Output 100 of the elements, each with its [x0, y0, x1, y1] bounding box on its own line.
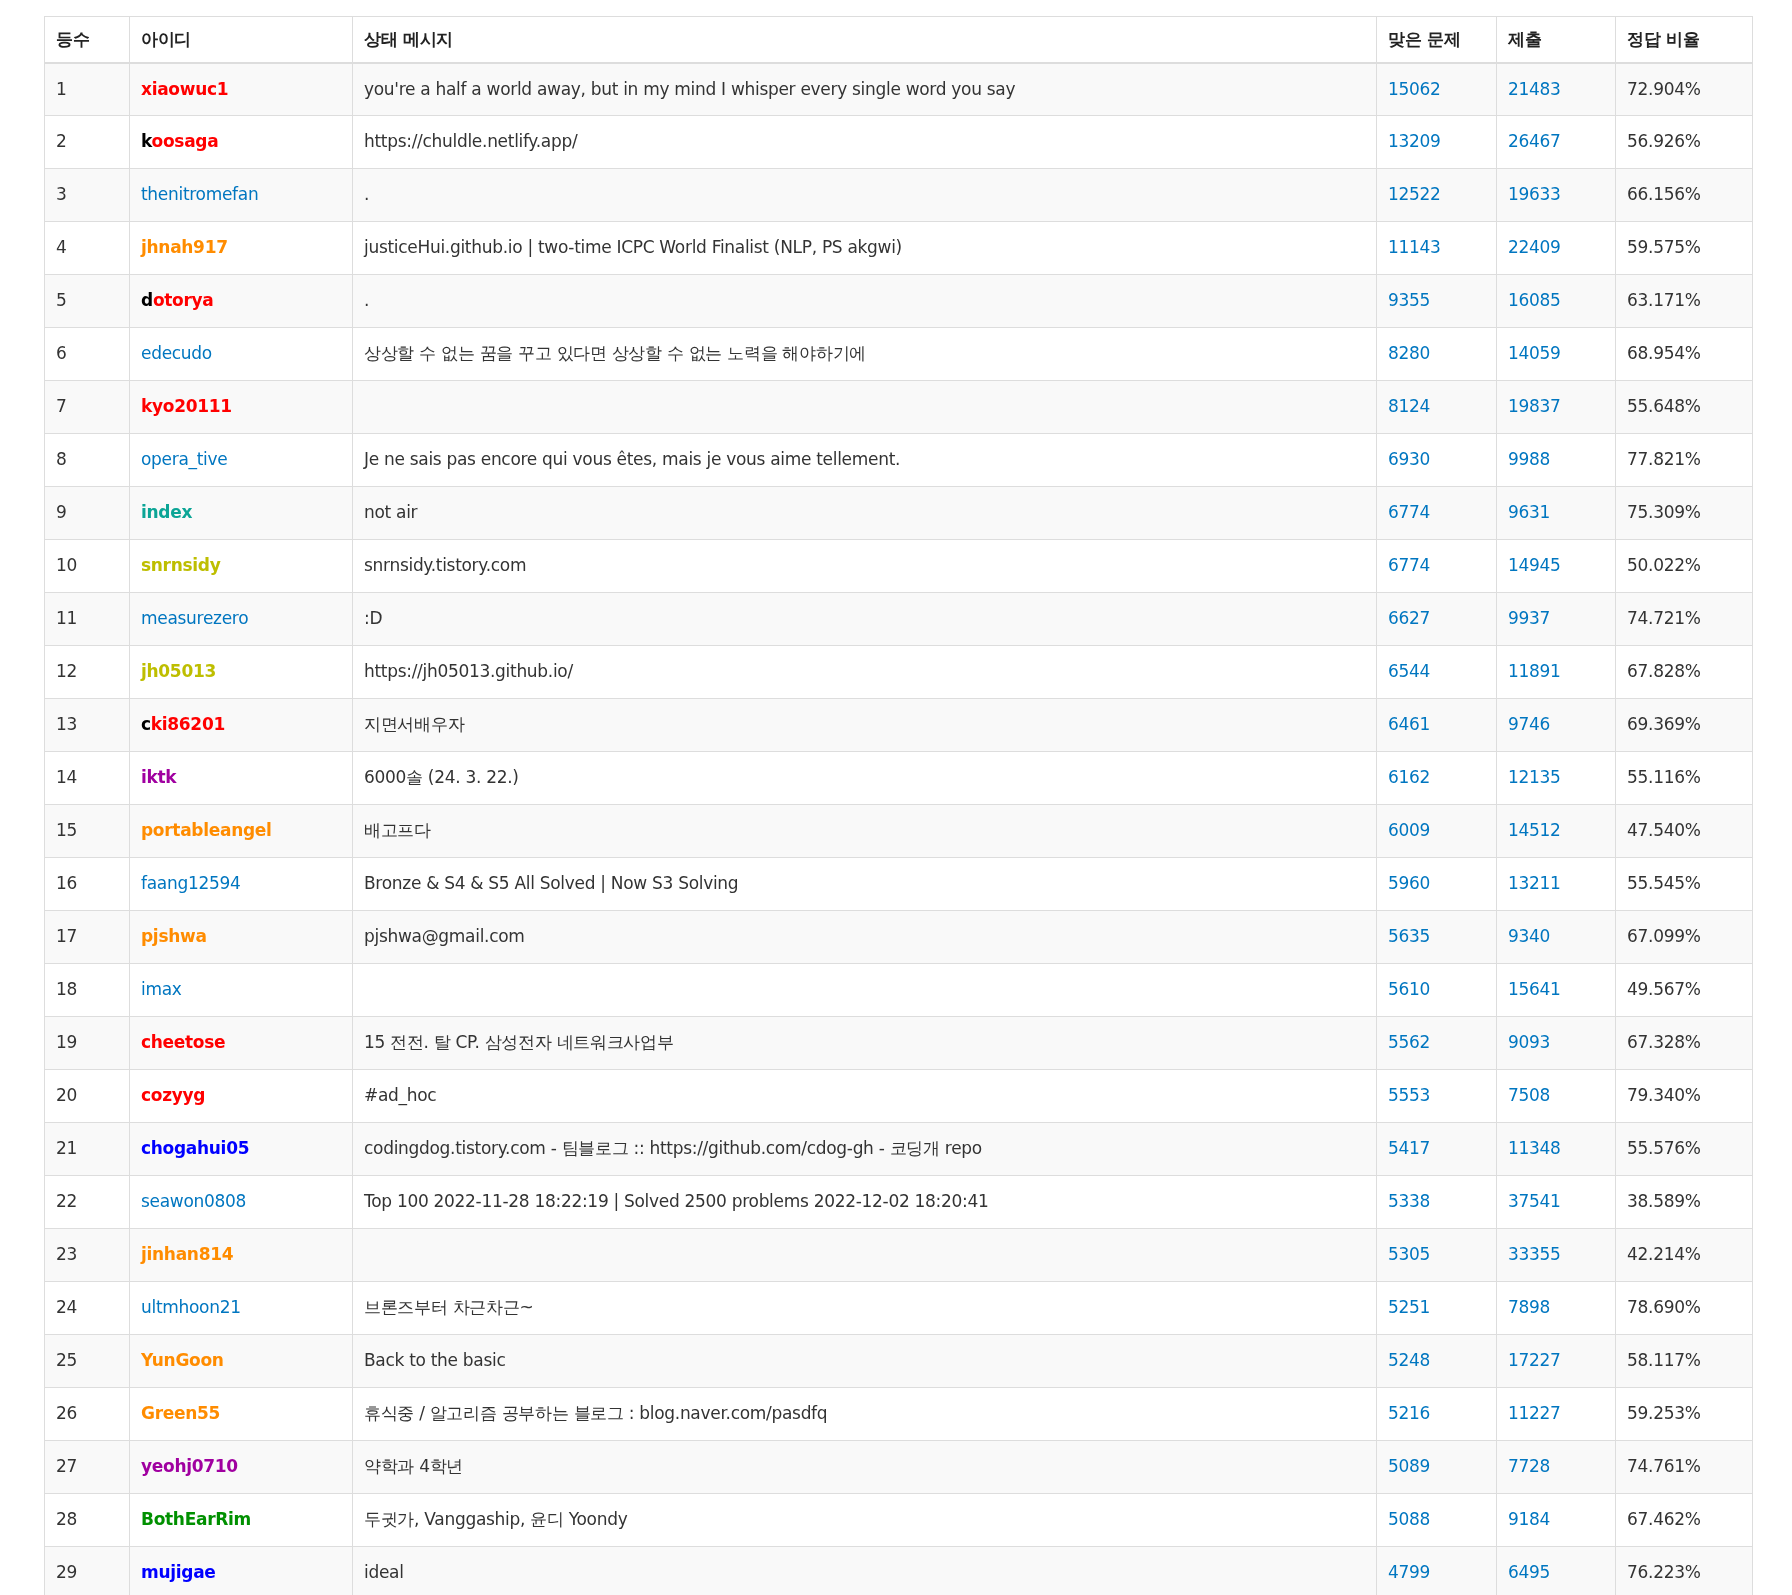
rank-number: 23	[56, 1244, 78, 1265]
column-header: 아이디	[129, 16, 353, 63]
solved-count-link[interactable]: 15062	[1388, 78, 1441, 99]
rank-number: 5	[56, 290, 67, 311]
submission-count-link[interactable]: 9988	[1508, 449, 1551, 470]
user-link[interactable]: xiaowuc1	[141, 78, 229, 99]
submission-count-link[interactable]: 14945	[1508, 555, 1561, 576]
rank-number: 9	[56, 502, 67, 523]
submission-count-link[interactable]: 26467	[1508, 131, 1561, 152]
submission-count-link[interactable]: 9746	[1508, 714, 1551, 735]
submission-count-link[interactable]: 14059	[1508, 343, 1561, 364]
solved-count-link[interactable]: 5635	[1388, 926, 1431, 947]
rank-number: 3	[56, 184, 67, 205]
solved-count-link[interactable]: 12522	[1388, 184, 1441, 205]
user-link[interactable]: measurezero	[141, 608, 249, 629]
submission-count-link[interactable]: 17227	[1508, 1350, 1561, 1371]
user-link[interactable]: cki86201	[141, 714, 225, 735]
accuracy-ratio: 67.328%	[1627, 1032, 1701, 1053]
submission-count-link[interactable]: 9937	[1508, 608, 1551, 629]
rank-number: 1	[56, 78, 67, 99]
solved-count-link[interactable]: 8124	[1388, 396, 1431, 417]
submission-count-link[interactable]: 15641	[1508, 979, 1561, 1000]
solved-count-link[interactable]: 6627	[1388, 608, 1431, 629]
user-link[interactable]: index	[141, 502, 193, 523]
submission-count-link[interactable]: 13211	[1508, 873, 1561, 894]
submission-count-link[interactable]: 37541	[1508, 1191, 1561, 1212]
submission-count-link[interactable]: 11348	[1508, 1138, 1561, 1159]
submission-count-link[interactable]: 7898	[1508, 1297, 1551, 1318]
submission-count-link[interactable]: 9631	[1508, 502, 1551, 523]
solved-count-link[interactable]: 5248	[1388, 1350, 1431, 1371]
solved-count-link[interactable]: 9355	[1388, 290, 1431, 311]
status-message: 배고프다	[364, 820, 431, 841]
status-message: .	[364, 184, 370, 205]
solved-count-link[interactable]: 4799	[1388, 1562, 1431, 1583]
submission-count-link[interactable]: 16085	[1508, 290, 1561, 311]
solved-count-link[interactable]: 6162	[1388, 767, 1431, 788]
submission-count-link[interactable]: 19837	[1508, 396, 1561, 417]
user-link[interactable]: cheetose	[141, 1032, 226, 1053]
user-link[interactable]: yeohj0710	[141, 1456, 238, 1477]
user-link[interactable]: kyo20111	[141, 396, 232, 417]
user-link[interactable]: cozyyg	[141, 1085, 206, 1106]
solved-count-link[interactable]: 5088	[1388, 1509, 1431, 1530]
accuracy-ratio: 59.253%	[1627, 1403, 1701, 1424]
submission-count-link[interactable]: 21483	[1508, 78, 1561, 99]
solved-count-link[interactable]: 6009	[1388, 820, 1431, 841]
user-link[interactable]: iktk	[141, 767, 177, 788]
submission-count-link[interactable]: 19633	[1508, 184, 1561, 205]
solved-count-link[interactable]: 6774	[1388, 502, 1431, 523]
submission-count-link[interactable]: 22409	[1508, 237, 1561, 258]
accuracy-ratio: 68.954%	[1627, 343, 1701, 364]
status-message: 15 전전. 탈 CP. 삼성전자 네트워크사업부	[364, 1032, 674, 1053]
solved-count-link[interactable]: 11143	[1388, 237, 1441, 258]
submission-count-link[interactable]: 11227	[1508, 1403, 1561, 1424]
rank-number: 11	[56, 608, 78, 629]
rank-number: 28	[56, 1509, 78, 1530]
submission-count-link[interactable]: 11891	[1508, 661, 1561, 682]
accuracy-ratio: 42.214%	[1627, 1244, 1701, 1265]
solved-count-link[interactable]: 6544	[1388, 661, 1431, 682]
solved-count-link[interactable]: 6461	[1388, 714, 1431, 735]
solved-count-link[interactable]: 13209	[1388, 131, 1441, 152]
solved-count-link[interactable]: 5216	[1388, 1403, 1431, 1424]
status-message: snrnsidy.tistory.com	[364, 555, 527, 576]
submission-count-link[interactable]: 9184	[1508, 1509, 1551, 1530]
submission-count-link[interactable]: 7508	[1508, 1085, 1551, 1106]
user-link[interactable]: faang12594	[141, 873, 241, 894]
accuracy-ratio: 55.116%	[1627, 767, 1701, 788]
solved-count-link[interactable]: 5305	[1388, 1244, 1431, 1265]
submission-count-link[interactable]: 33355	[1508, 1244, 1561, 1265]
submission-count-link[interactable]: 14512	[1508, 820, 1561, 841]
solved-count-link[interactable]: 5610	[1388, 979, 1431, 1000]
user-link[interactable]: seawon0808	[141, 1191, 247, 1212]
user-link[interactable]: BothEarRim	[141, 1509, 251, 1530]
solved-count-link[interactable]: 8280	[1388, 343, 1431, 364]
accuracy-ratio: 79.340%	[1627, 1085, 1701, 1106]
user-link[interactable]: opera_tive	[141, 449, 228, 470]
solved-count-link[interactable]: 5251	[1388, 1297, 1431, 1318]
solved-count-link[interactable]: 5338	[1388, 1191, 1431, 1212]
solved-count-link[interactable]: 6774	[1388, 555, 1431, 576]
solved-count-link[interactable]: 5089	[1388, 1456, 1431, 1477]
submission-count-link[interactable]: 12135	[1508, 767, 1561, 788]
accuracy-ratio: 67.462%	[1627, 1509, 1701, 1530]
user-link[interactable]: dotorya	[141, 290, 214, 311]
solved-count-link[interactable]: 5553	[1388, 1085, 1431, 1106]
solved-count-link[interactable]: 5960	[1388, 873, 1431, 894]
user-link[interactable]: mujigae	[141, 1562, 216, 1583]
submission-count-link[interactable]: 9093	[1508, 1032, 1551, 1053]
solved-count-link[interactable]: 5417	[1388, 1138, 1431, 1159]
user-link[interactable]: chogahui05	[141, 1138, 250, 1159]
solved-count-link[interactable]: 6930	[1388, 449, 1431, 470]
submission-count-link[interactable]: 7728	[1508, 1456, 1551, 1477]
rank-number: 2	[56, 131, 67, 152]
accuracy-ratio: 78.690%	[1627, 1297, 1701, 1318]
user-link[interactable]: ultmhoon21	[141, 1297, 241, 1318]
user-link[interactable]: koosaga	[141, 131, 219, 152]
solved-count-link[interactable]: 5562	[1388, 1032, 1431, 1053]
user-link[interactable]: edecudo	[141, 343, 212, 364]
submission-count-link[interactable]: 9340	[1508, 926, 1551, 947]
rank-number: 18	[56, 979, 78, 1000]
submission-count-link[interactable]: 6495	[1508, 1562, 1551, 1583]
user-link[interactable]: imax	[141, 979, 182, 1000]
